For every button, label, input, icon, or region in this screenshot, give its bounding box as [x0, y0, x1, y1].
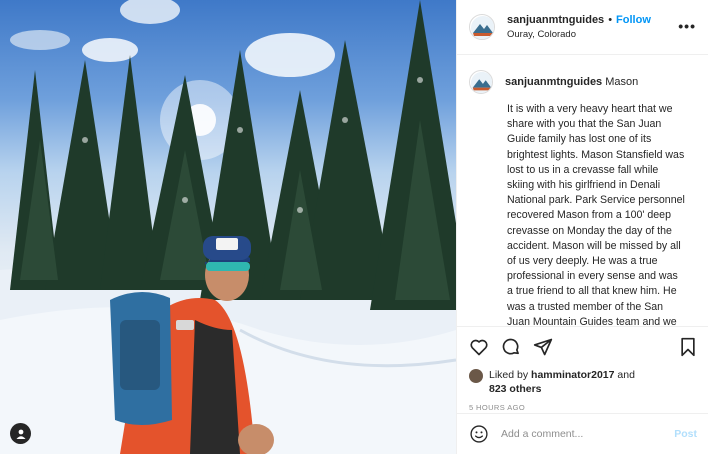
comment-input[interactable]: [501, 428, 651, 440]
likes-others-link[interactable]: 823 others: [489, 383, 542, 395]
tagged-users-button[interactable]: [10, 423, 31, 444]
post-photo[interactable]: [0, 0, 456, 454]
caption-area: sanjuanmtnguides Mason It is with a very…: [457, 56, 708, 326]
comment-icon[interactable]: [501, 337, 521, 357]
likes-joiner: and: [617, 369, 635, 381]
comment-box: Post: [457, 413, 708, 454]
follow-button[interactable]: Follow: [616, 14, 651, 26]
liker-username[interactable]: hamminator2017: [531, 369, 614, 381]
caption-text: It is with a very heavy heart that we sh…: [507, 103, 685, 326]
liked-by-label: Liked by: [489, 369, 529, 381]
share-icon[interactable]: [533, 337, 553, 357]
person-icon: [16, 429, 25, 439]
mountain-logo-icon: [471, 16, 494, 39]
liker-avatar[interactable]: [469, 369, 483, 383]
caption-title: Mason: [605, 76, 639, 88]
post-actions: Liked by hamminator2017 and 823 others 5…: [457, 326, 708, 412]
author-avatar[interactable]: [469, 14, 495, 40]
likes-summary: Liked by hamminator2017 and 823 others: [469, 368, 697, 396]
post-header: sanjuanmtnguides • Follow Ouray, Colorad…: [457, 0, 708, 55]
post-comment-button[interactable]: Post: [674, 428, 697, 440]
post-timestamp[interactable]: 5 HOURS AGO: [469, 403, 697, 412]
more-horizontal-icon[interactable]: •••: [678, 18, 696, 34]
caption-username[interactable]: sanjuanmtnguides: [505, 76, 602, 88]
author-username[interactable]: sanjuanmtnguides: [507, 14, 604, 26]
separator-dot: •: [608, 14, 613, 26]
post-location[interactable]: Ouray, Colorado: [507, 29, 651, 40]
heart-icon[interactable]: [469, 337, 489, 357]
mountain-logo-icon: [470, 71, 492, 93]
bookmark-icon[interactable]: [679, 337, 697, 357]
emoji-icon[interactable]: [469, 424, 489, 444]
post-side-panel: sanjuanmtnguides • Follow Ouray, Colorad…: [456, 0, 708, 454]
post-photo-scene: [0, 0, 456, 454]
caption-author-avatar[interactable]: [469, 70, 493, 94]
